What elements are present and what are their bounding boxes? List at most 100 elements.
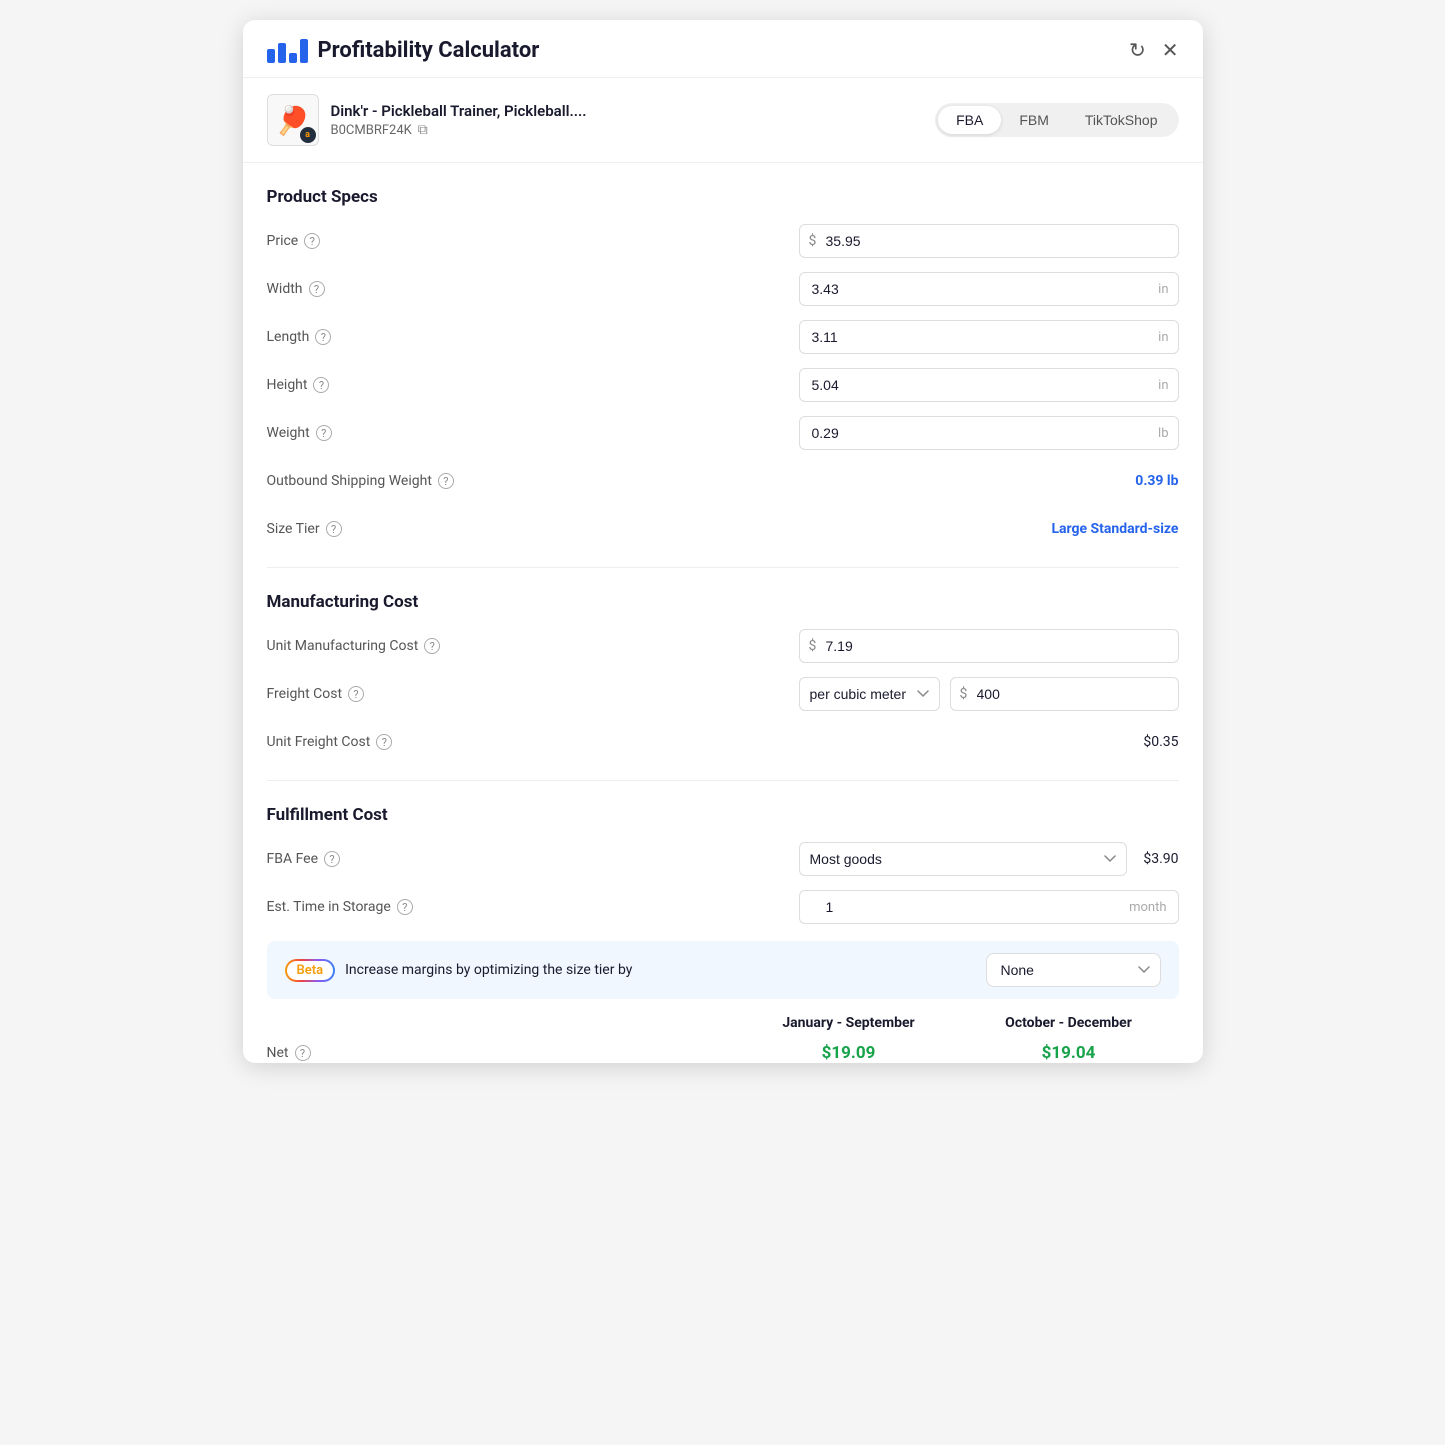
freight-inputs: per cubic meter per unit flat fee $ [799, 677, 1179, 711]
results-col2-header: October - December [959, 1015, 1179, 1031]
results-col1-header: January - September [739, 1015, 959, 1031]
outbound-weight-label: Outbound Shipping Weight ? [267, 473, 547, 489]
height-input-container: in [799, 368, 1179, 402]
width-input-container: in [799, 272, 1179, 306]
fulfillment-section: Fulfillment Cost FBA Fee ? Most goods Da… [267, 805, 1179, 925]
fba-fee-label: FBA Fee ? [267, 851, 547, 867]
weight-help-icon[interactable]: ? [316, 425, 332, 441]
freight-amount-input[interactable] [950, 677, 1179, 711]
product-specs-title: Product Specs [267, 187, 1179, 207]
beta-optimization-select[interactable]: None Reduce weight Reduce dimensions [986, 953, 1161, 987]
tab-fba[interactable]: FBA [938, 106, 1001, 134]
storage-label: Est. Time in Storage ? [267, 899, 547, 915]
length-row: Length ? in [267, 319, 1179, 355]
unit-cost-row: Unit Manufacturing Cost ? $ [267, 628, 1179, 664]
unit-cost-container: $ [799, 629, 1179, 663]
unit-cost-input[interactable] [799, 629, 1179, 663]
height-unit: in [1158, 378, 1168, 393]
freight-help-icon[interactable]: ? [348, 686, 364, 702]
unit-cost-help-icon[interactable]: ? [424, 638, 440, 654]
month-suffix: month [1129, 900, 1166, 915]
net-col2: $19.04 [959, 1043, 1179, 1063]
net-help-icon[interactable]: ? [295, 1045, 311, 1061]
title-bar: Profitability Calculator ↻ ✕ [243, 20, 1203, 78]
content-area: Product Specs Price ? $ Width ? [243, 163, 1203, 1063]
price-help-icon[interactable]: ? [304, 233, 320, 249]
unit-cost-input-wrap: $ [799, 629, 1179, 663]
weight-unit: lb [1158, 426, 1168, 441]
logo-bar-3 [289, 53, 297, 63]
divider-1 [267, 567, 1179, 568]
logo-bar-4 [300, 39, 308, 63]
logo-bar-2 [278, 43, 286, 63]
size-tier-help-icon[interactable]: ? [326, 521, 342, 537]
height-input-wrap: in [799, 368, 1179, 402]
freight-type-select[interactable]: per cubic meter per unit flat fee [799, 677, 940, 711]
fba-fee-value: $3.90 [1143, 851, 1178, 867]
freight-amount-wrap: $ [950, 677, 1179, 711]
fba-fee-select[interactable]: Most goods Dangerous goods Small & light [799, 842, 1128, 876]
app-logo [267, 39, 308, 63]
width-label: Width ? [267, 281, 547, 297]
fba-fee-row: FBA Fee ? Most goods Dangerous goods Sma… [267, 841, 1179, 877]
unit-freight-label: Unit Freight Cost ? [267, 734, 547, 750]
length-help-icon[interactable]: ? [315, 329, 331, 345]
close-icon: ✕ [1162, 38, 1179, 63]
freight-cost-row: Freight Cost ? per cubic meter per unit … [267, 676, 1179, 712]
outbound-weight-row: Outbound Shipping Weight ? 0.39 lb [267, 463, 1179, 499]
net-col1: $19.09 [739, 1043, 959, 1063]
freight-dollar-icon: $ [960, 686, 968, 702]
length-unit: in [1158, 330, 1168, 345]
price-row: Price ? $ [267, 223, 1179, 259]
unit-cost-label: Unit Manufacturing Cost ? [267, 638, 547, 654]
product-specs-section: Product Specs Price ? $ Width ? [267, 187, 1179, 547]
freight-cost-label: Freight Cost ? [267, 686, 547, 702]
asin-value: B0CMBRF24K [331, 123, 412, 138]
unit-cost-dollar-icon: $ [809, 638, 817, 654]
results-header: January - September October - December [267, 1015, 1179, 1031]
copy-asin-button[interactable]: ⧉ [418, 122, 428, 138]
outbound-help-icon[interactable]: ? [438, 473, 454, 489]
net-label: Net ? [267, 1045, 739, 1061]
product-bar: 🏓 a Dink'r - Pickleball Trainer, Pickleb… [243, 78, 1203, 163]
length-input[interactable] [799, 320, 1179, 354]
storage-row: Est. Time in Storage ? month [267, 889, 1179, 925]
price-input[interactable] [799, 224, 1179, 258]
title-actions: ↻ ✕ [1129, 38, 1179, 63]
calculator-window: Profitability Calculator ↻ ✕ 🏓 a Dink'r … [243, 20, 1203, 1063]
unit-freight-value: $0.35 [799, 734, 1179, 750]
storage-help-icon[interactable]: ? [397, 899, 413, 915]
storage-input-wrap: month [799, 890, 1179, 924]
height-row: Height ? in [267, 367, 1179, 403]
title-left: Profitability Calculator [267, 38, 540, 63]
height-input[interactable] [799, 368, 1179, 402]
width-unit: in [1158, 282, 1168, 297]
tab-fbm[interactable]: FBM [1001, 106, 1067, 134]
weight-input-wrap: lb [799, 416, 1179, 450]
length-input-wrap: in [799, 320, 1179, 354]
size-tier-row: Size Tier ? Large Standard-size [267, 511, 1179, 547]
close-button[interactable]: ✕ [1162, 38, 1179, 63]
width-input[interactable] [799, 272, 1179, 306]
logo-bar-1 [267, 49, 275, 63]
weight-row: Weight ? lb [267, 415, 1179, 451]
outbound-weight-value: 0.39 lb [799, 473, 1179, 489]
price-input-container: $ [799, 224, 1179, 258]
divider-2 [267, 780, 1179, 781]
width-help-icon[interactable]: ? [309, 281, 325, 297]
unit-freight-help-icon[interactable]: ? [376, 734, 392, 750]
storage-input[interactable] [799, 890, 1179, 924]
weight-input-container: lb [799, 416, 1179, 450]
refresh-button[interactable]: ↻ [1129, 38, 1146, 63]
fba-fee-help-icon[interactable]: ? [324, 851, 340, 867]
fba-fee-controls: Most goods Dangerous goods Small & light… [799, 842, 1179, 876]
height-help-icon[interactable]: ? [313, 377, 329, 393]
product-name: Dink'r - Pickleball Trainer, Pickleball.… [331, 102, 587, 120]
size-tier-label: Size Tier ? [267, 521, 547, 537]
product-info: 🏓 a Dink'r - Pickleball Trainer, Pickleb… [267, 94, 587, 146]
beta-text: Increase margins by optimizing the size … [345, 962, 975, 978]
weight-input[interactable] [799, 416, 1179, 450]
product-details: Dink'r - Pickleball Trainer, Pickleball.… [331, 102, 587, 138]
tab-tiktokshop[interactable]: TikTokShop [1067, 106, 1176, 134]
price-input-wrap: $ [799, 224, 1179, 258]
